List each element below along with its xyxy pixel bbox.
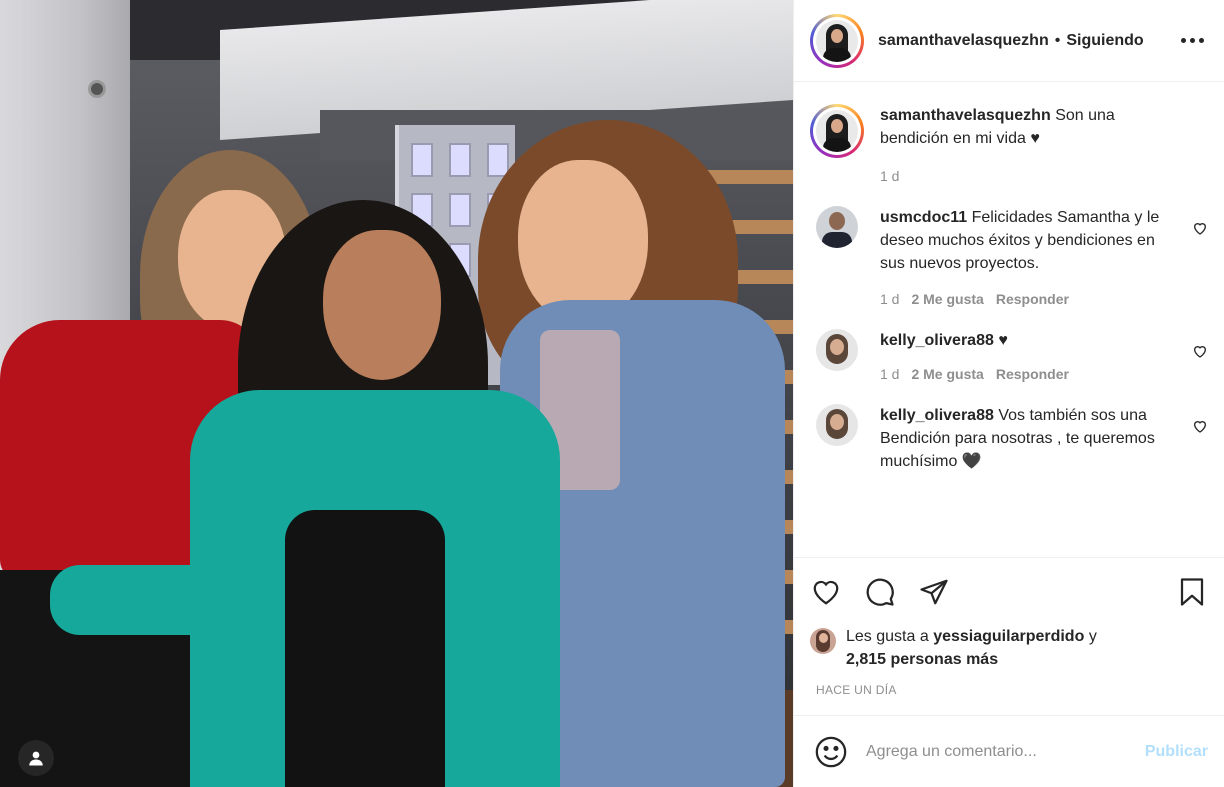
photo-camera — [88, 80, 106, 98]
avatar[interactable] — [810, 628, 836, 654]
likes-summary: Les gusta a yessiaguilarperdido y 2,815 … — [794, 625, 1224, 677]
comments-list[interactable]: samanthavelasquezhn Son una bendición en… — [794, 82, 1224, 557]
smiley-icon[interactable] — [814, 735, 848, 769]
avatar[interactable] — [816, 329, 858, 371]
avatar[interactable] — [816, 404, 858, 446]
following-button[interactable]: Siguiendo — [1066, 32, 1143, 50]
avatar — [816, 19, 858, 62]
more-options-button[interactable] — [1177, 32, 1208, 49]
tower-window — [449, 193, 471, 227]
like-button[interactable] — [810, 576, 842, 608]
reply-button[interactable]: Responder — [996, 366, 1069, 382]
comment-username-link[interactable]: kelly_olivera88 — [880, 407, 994, 424]
add-comment-bar: Publicar — [794, 715, 1224, 787]
caption-avatar-ring[interactable] — [810, 104, 864, 158]
heart-icon — [813, 580, 839, 605]
share-button[interactable] — [918, 576, 950, 608]
post-header: samanthavelasquezhn • Siguiendo — [794, 0, 1224, 82]
save-button[interactable] — [1176, 576, 1208, 608]
comment-like-heart-icon[interactable] — [1192, 220, 1208, 236]
comment-username-link[interactable]: usmcdoc11 — [880, 209, 967, 226]
post-actions — [794, 557, 1224, 625]
header-separator: • — [1054, 31, 1061, 49]
more-options-icon — [1181, 38, 1186, 43]
likes-text: Les gusta a yessiaguilarperdido y 2,815 … — [846, 625, 1097, 671]
comment-likes-link[interactable]: 2 Me gusta — [911, 291, 983, 307]
comment-time[interactable]: 1 d — [880, 291, 899, 307]
comment-button[interactable] — [864, 576, 896, 608]
tagged-users-button[interactable] — [18, 740, 54, 776]
comment-like-heart-icon[interactable] — [1192, 343, 1208, 359]
caption-time[interactable]: 1 d — [880, 168, 899, 184]
comment-likes-link[interactable]: 2 Me gusta — [911, 366, 983, 382]
paper-plane-icon — [920, 579, 948, 604]
user-tag-icon — [29, 751, 43, 766]
bookmark-icon — [1180, 577, 1204, 606]
likes-count-link[interactable]: 2,815 personas más — [846, 651, 998, 668]
comment-item: kelly_olivera88 ♥ 1 d 2 Me gusta Respond… — [810, 329, 1208, 382]
tower-window — [411, 143, 433, 177]
post-timestamp[interactable]: HACE UN DÍA — [794, 677, 1224, 715]
instagram-post-window: samanthavelasquezhn • Siguiendo samantha… — [0, 0, 1224, 787]
likes-prefix: Les gusta a — [846, 628, 929, 645]
likes-user-link[interactable]: yessiaguilarperdido — [933, 628, 1084, 645]
comment-text: ♥ — [998, 332, 1008, 349]
author-username-link[interactable]: samanthavelasquezhn — [878, 32, 1049, 50]
comment-item: kelly_olivera88 Vos también sos una Bend… — [810, 404, 1208, 473]
comment-like-heart-icon[interactable] — [1192, 418, 1208, 434]
tower-window — [449, 143, 471, 177]
likes-connector: y — [1088, 628, 1097, 645]
comment-item: usmcdoc11 Felicidades Samantha y le dese… — [810, 206, 1208, 307]
reply-button[interactable]: Responder — [996, 291, 1069, 307]
avatar[interactable] — [816, 206, 858, 248]
publish-button[interactable]: Publicar — [1145, 743, 1208, 761]
post-sidebar: samanthavelasquezhn • Siguiendo samantha… — [793, 0, 1224, 787]
comment-input[interactable] — [866, 742, 1145, 761]
caption: samanthavelasquezhn Son una bendición en… — [810, 104, 1208, 184]
comment-icon — [866, 578, 894, 606]
comment-time[interactable]: 1 d — [880, 366, 899, 382]
caption-username-link[interactable]: samanthavelasquezhn — [880, 107, 1051, 124]
black-heart-emoji: ♥ — [1030, 130, 1040, 147]
author-avatar-story-ring[interactable] — [810, 13, 864, 68]
comment-username-link[interactable]: kelly_olivera88 — [880, 332, 994, 349]
avatar — [816, 110, 858, 152]
post-photo[interactable] — [0, 0, 793, 787]
